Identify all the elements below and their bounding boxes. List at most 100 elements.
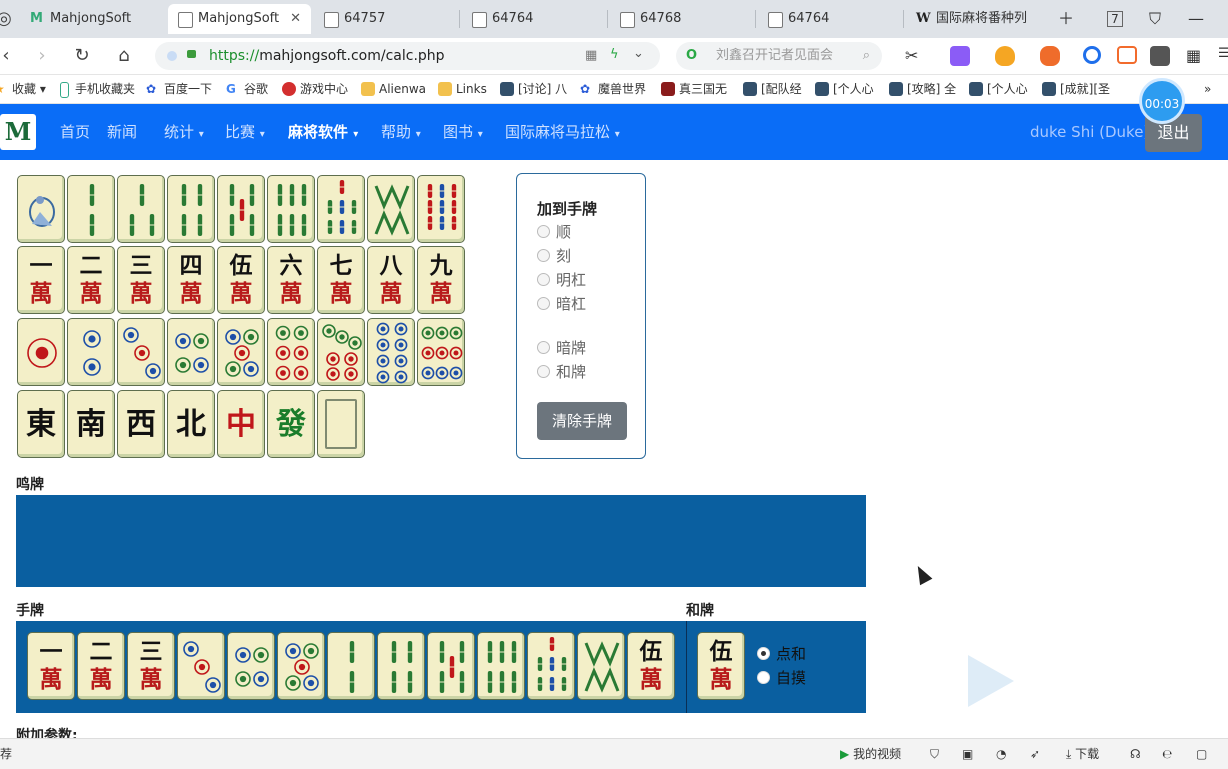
lightning-icon[interactable]: ϟ (610, 47, 619, 62)
dot-tile[interactable] (167, 318, 215, 386)
bookmark-item[interactable]: 真三国无 (661, 75, 727, 103)
bookmark-item[interactable]: [个人心 (969, 75, 1028, 103)
browser-tab[interactable]: W 国际麻将番种列 (906, 4, 1046, 34)
nav-item-marathon[interactable]: 国际麻将马拉松 ▾ (505, 104, 620, 163)
apps-grid-icon[interactable]: ▦ (1186, 46, 1206, 66)
more-bookmarks-icon[interactable]: » (1186, 75, 1211, 103)
browser-tab[interactable]: 64764 (758, 4, 903, 34)
image-icon[interactable]: ▣ (962, 739, 973, 769)
honor-tile[interactable]: 西 (117, 390, 165, 458)
browser-tab-active[interactable]: MahjongSoft ✕ (168, 4, 311, 34)
bookmark-item[interactable]: Alienwa (361, 75, 426, 103)
browser-tab[interactable]: 64757 (314, 4, 459, 34)
rocket-icon[interactable]: ➶ (1030, 739, 1040, 769)
back-icon[interactable]: ‹ (0, 42, 20, 70)
menu-icon[interactable]: ☰ (1218, 46, 1228, 66)
bookmark-item[interactable]: ✿ 百度一下 (146, 75, 212, 103)
cat-extension-icon[interactable] (1150, 46, 1170, 66)
search-icon[interactable]: ⌕ (863, 42, 870, 70)
character-tile[interactable]: 二萬 (67, 246, 115, 314)
bamboo-tile[interactable] (377, 632, 425, 700)
honor-tile[interactable]: 中 (217, 390, 265, 458)
character-tile[interactable]: 伍萬 (627, 632, 675, 700)
character-tile[interactable]: 伍萬 (697, 632, 745, 700)
honor-tile[interactable]: 發 (267, 390, 315, 458)
shield-icon[interactable]: ⛉ (930, 739, 939, 769)
magnifier-extension-icon[interactable] (1083, 46, 1101, 64)
bamboo-tile[interactable] (167, 175, 215, 243)
bookmark-item[interactable]: 手机收藏夹 (57, 75, 135, 103)
dot-tile[interactable] (117, 318, 165, 386)
bamboo-tile[interactable] (327, 632, 375, 700)
bamboo-tile[interactable] (477, 632, 525, 700)
dot-tile[interactable] (367, 318, 415, 386)
dot-tile[interactable] (67, 318, 115, 386)
character-tile[interactable]: 一萬 (27, 632, 75, 700)
bamboo-tile[interactable] (317, 175, 365, 243)
bamboo-tile[interactable] (67, 175, 115, 243)
bamboo-tile[interactable] (267, 175, 315, 243)
bookmark-item[interactable]: [个人心 (815, 75, 874, 103)
dot-tile[interactable] (17, 318, 65, 386)
bookmark-item[interactable]: [讨论] 八 (500, 75, 567, 103)
new-tab-icon[interactable]: ＋ (1046, 0, 1086, 38)
character-tile[interactable]: 七萬 (317, 246, 365, 314)
bamboo-tile[interactable] (577, 632, 625, 700)
dot-tile[interactable] (227, 632, 275, 700)
honor-tile[interactable]: 北 (167, 390, 215, 458)
character-tile[interactable]: 三萬 (117, 246, 165, 314)
option-chow[interactable]: 顺 (537, 222, 571, 242)
bookmark-item[interactable]: Links (438, 75, 487, 103)
speed-icon[interactable]: ◔ (996, 739, 1006, 769)
option-concealed-kong[interactable]: 暗杠 (537, 294, 586, 314)
home-icon[interactable]: ⌂ (110, 42, 138, 70)
character-tile[interactable]: 九萬 (417, 246, 465, 314)
bookmark-item[interactable]: G 谷歌 (226, 75, 268, 103)
nav-item-stats[interactable]: 统计 ▾ (164, 104, 204, 163)
search-box[interactable]: O 刘鑫召开记者见面会 ⌕ (676, 42, 882, 70)
dot-tile[interactable] (417, 318, 465, 386)
dot-tile[interactable] (277, 632, 325, 700)
bookmark-item[interactable]: [配队经 (743, 75, 802, 103)
character-tile[interactable]: 四萬 (167, 246, 215, 314)
honor-tile[interactable] (317, 390, 365, 458)
download-link[interactable]: ⤓ 下载 (1066, 739, 1099, 769)
option-discard-win[interactable]: 点和 (757, 643, 806, 665)
nav-item-books[interactable]: 图书 ▾ (443, 104, 483, 163)
character-tile[interactable]: 伍萬 (217, 246, 265, 314)
bookmark-item[interactable]: 游戏中心 (282, 75, 348, 103)
nav-item-home[interactable]: 首页 (60, 104, 90, 160)
chevron-down-icon[interactable]: ⌄ (633, 46, 644, 61)
dot-tile[interactable] (217, 318, 265, 386)
window-icon[interactable]: ▢ (1196, 739, 1207, 769)
tab-count-badge[interactable]: 7 (1095, 0, 1135, 38)
option-self-drawn[interactable]: 自摸 (757, 667, 806, 689)
browser-logo-icon[interactable]: ◎ (0, 5, 18, 33)
bamboo-tile[interactable] (17, 175, 65, 243)
bookmark-item[interactable]: [成就][圣 (1042, 75, 1110, 103)
character-tile[interactable]: 八萬 (367, 246, 415, 314)
clear-hand-button[interactable]: 清除手牌 (537, 402, 627, 440)
shirt-icon[interactable]: ⛉ (1135, 0, 1175, 38)
browser-tab[interactable]: M MahjongSoft (20, 4, 165, 34)
character-tile[interactable]: 三萬 (127, 632, 175, 700)
bamboo-tile[interactable] (427, 632, 475, 700)
nav-item-software[interactable]: 麻将软件 ▾ (288, 104, 358, 163)
dot-tile[interactable] (317, 318, 365, 386)
bamboo-tile[interactable] (217, 175, 265, 243)
my-videos-link[interactable]: ▶ 我的视频 (840, 739, 901, 769)
reload-icon[interactable]: ↻ (68, 42, 96, 70)
ie-icon[interactable]: ℮ (1162, 739, 1172, 769)
bamboo-tile[interactable] (367, 175, 415, 243)
bookmark-item[interactable]: ✿ 魔兽世界 (580, 75, 646, 103)
character-tile[interactable]: 六萬 (267, 246, 315, 314)
headset-icon[interactable]: ☊ (1130, 739, 1141, 769)
bamboo-tile[interactable] (417, 175, 465, 243)
bamboo-tile[interactable] (117, 175, 165, 243)
translate-icon[interactable] (950, 46, 970, 66)
option-pung[interactable]: 刻 (537, 246, 571, 266)
option-exposed-kong[interactable]: 明杠 (537, 270, 586, 290)
character-tile[interactable]: 一萬 (17, 246, 65, 314)
browser-tab[interactable]: 64764 (462, 4, 607, 34)
bookmark-item[interactable]: [攻略] 全 (889, 75, 956, 103)
